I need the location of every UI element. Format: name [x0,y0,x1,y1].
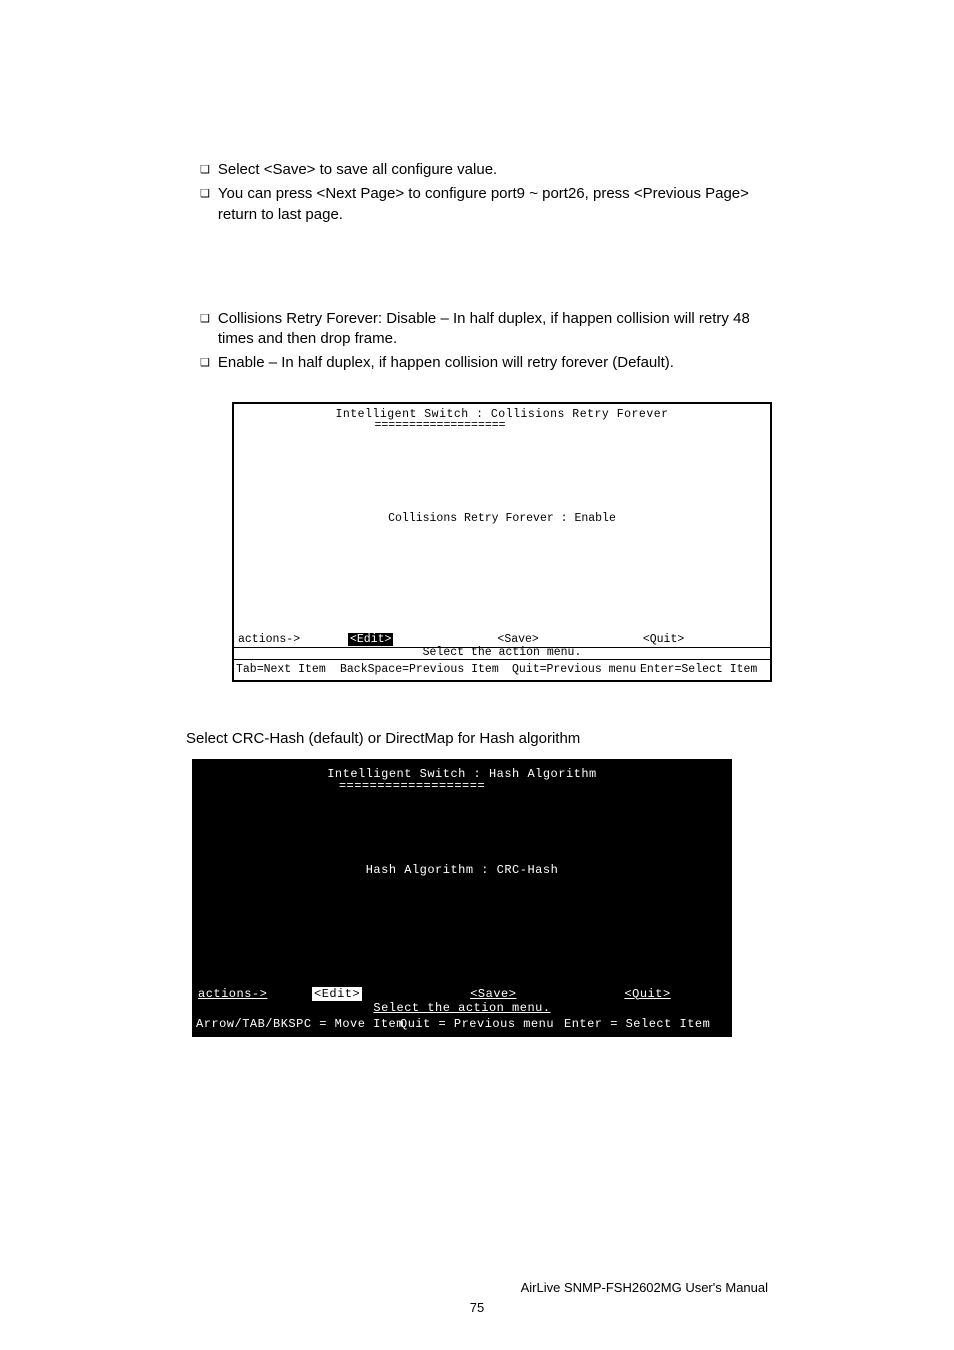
bullet-icon: ❑ [200,356,210,371]
terminal-screenshot-collisions: Intelligent Switch : Collisions Retry Fo… [232,402,772,682]
terminal-screenshot-hash: Intelligent Switch : Hash Algorithm ====… [192,759,732,1037]
edit-action: <Edit> [348,633,393,646]
terminal-help-row: Tab=Next Item BackSpace=Previous Item Qu… [236,663,768,676]
help-enter: Enter=Select Item [640,663,757,676]
bullet-icon: ❑ [200,187,210,202]
terminal-actions-row: actions-> <Edit> <Save> <Quit> [194,987,730,1001]
terminal-setting-value: Collisions Retry Forever : Enable [234,512,770,525]
save-action: <Save> [470,987,516,1001]
help-enter: Enter = Select Item [564,1017,710,1031]
save-action: <Save> [497,633,538,646]
quit-action: <Quit> [624,987,670,1001]
list-item: ❑ Enable – In half duplex, if happen col… [200,353,768,373]
actions-label: actions-> [238,633,348,646]
terminal-help-row: Arrow/TAB/BKSPC = Move Item Quit = Previ… [196,1017,728,1031]
actions-label: actions-> [198,987,312,1001]
help-move: Arrow/TAB/BKSPC = Move Item [196,1017,400,1031]
bullet-text: Collisions Retry Forever: Disable – In h… [218,309,768,350]
bullet-icon: ❑ [200,163,210,178]
terminal-message: Select the action menu. [194,1001,730,1015]
bullet-icon: ❑ [200,312,210,327]
bullet-list-2: ❑ Collisions Retry Forever: Disable – In… [200,309,768,374]
help-backspace: BackSpace=Previous Item [340,663,512,676]
list-item: ❑ You can press <Next Page> to configure… [200,184,768,225]
help-quit: Quit=Previous menu [512,663,640,676]
list-item: ❑ Select <Save> to save all configure va… [200,160,768,180]
terminal-setting-value: Hash Algorithm : CRC-Hash [194,863,730,877]
help-quit: Quit = Previous menu [400,1017,564,1031]
hash-algorithm-instruction: Select CRC-Hash (default) or DirectMap f… [186,730,768,747]
bullet-text: Enable – In half duplex, if happen colli… [218,353,768,373]
bullet-text: You can press <Next Page> to configure p… [218,184,768,225]
terminal-title-underline: =================== [94,779,730,793]
help-tab: Tab=Next Item [236,663,340,676]
quit-action: <Quit> [643,633,684,646]
footer-doc-title: AirLive SNMP-FSH2602MG User's Manual [521,1280,768,1295]
bullet-text: Select <Save> to save all configure valu… [218,160,768,180]
footer-page-number: 75 [0,1300,954,1315]
edit-action: <Edit> [312,987,362,1001]
terminal-message: Select the action menu. [234,646,770,660]
list-item: ❑ Collisions Retry Forever: Disable – In… [200,309,768,350]
bullet-list-1: ❑ Select <Save> to save all configure va… [200,160,768,225]
terminal-title-underline: =================== [110,419,770,432]
